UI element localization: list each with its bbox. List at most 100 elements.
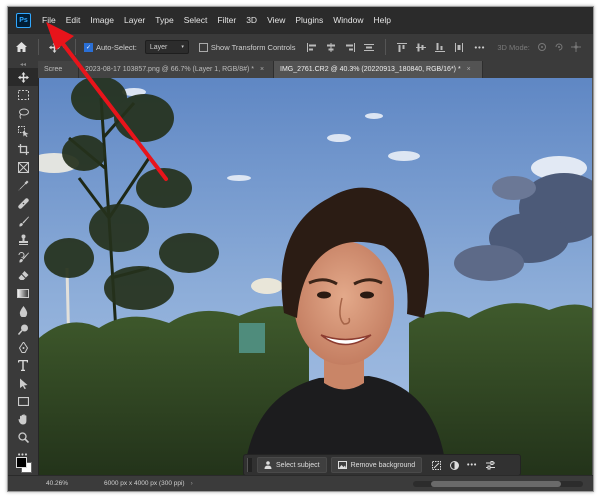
menu-file[interactable]: File bbox=[37, 15, 61, 25]
options-bar: ▾ ✓ Auto-Select: Layer ▾ Show Transform … bbox=[8, 33, 593, 61]
menu-select[interactable]: Select bbox=[179, 15, 213, 25]
orbit-3d-icon[interactable] bbox=[537, 42, 547, 52]
hand-tool[interactable] bbox=[8, 410, 38, 428]
checkbox-box bbox=[198, 42, 208, 52]
remove-background-label: Remove background bbox=[350, 461, 416, 469]
document-dimensions: 6000 px x 4000 px (300 ppi) bbox=[104, 480, 185, 487]
object-selection-icon bbox=[17, 125, 28, 137]
tab-png-document[interactable]: 2023-08-17 103857.png @ 66.7% (Layer 1, … bbox=[79, 61, 274, 78]
remove-background-button[interactable]: Remove background bbox=[330, 457, 423, 473]
crop-icon bbox=[17, 143, 29, 155]
align-right-edges-icon[interactable] bbox=[345, 42, 356, 52]
move-icon bbox=[17, 71, 29, 83]
path-selection-icon bbox=[19, 378, 27, 389]
roll-3d-icon[interactable] bbox=[554, 42, 564, 52]
select-subject-button[interactable]: Select subject bbox=[257, 457, 327, 473]
horizontal-scrollbar[interactable] bbox=[413, 480, 583, 487]
adjustment-layer-button[interactable] bbox=[446, 458, 462, 472]
menu-window[interactable]: Window bbox=[328, 15, 368, 25]
path-selection-tool[interactable] bbox=[8, 374, 38, 392]
blur-tool[interactable] bbox=[8, 302, 38, 320]
clone-stamp-tool[interactable] bbox=[8, 230, 38, 248]
menu-edit[interactable]: Edit bbox=[61, 15, 86, 25]
sliders-icon bbox=[485, 460, 495, 469]
lasso-tool[interactable] bbox=[8, 104, 38, 122]
align-controls bbox=[307, 39, 464, 55]
home-button[interactable] bbox=[8, 34, 34, 60]
history-brush-tool[interactable] bbox=[8, 248, 38, 266]
tab-cr2-document[interactable]: IMG_2761.CR2 @ 40.3% (20220913_180840, R… bbox=[274, 61, 483, 78]
image-icon bbox=[337, 461, 347, 469]
pan-3d-icon[interactable] bbox=[570, 42, 581, 52]
taskbar-settings-button[interactable] bbox=[482, 458, 498, 472]
gradient-tool[interactable] bbox=[8, 284, 38, 302]
marquee-tool[interactable] bbox=[8, 86, 38, 104]
type-tool[interactable] bbox=[8, 356, 38, 374]
healing-brush-icon bbox=[17, 197, 29, 209]
drag-handle[interactable] bbox=[247, 458, 252, 472]
zoom-level[interactable]: 40.26% bbox=[8, 480, 86, 487]
history-brush-icon bbox=[18, 251, 29, 262]
move-icon bbox=[49, 41, 61, 53]
align-vertical-centers-icon[interactable] bbox=[416, 43, 427, 52]
menu-help[interactable]: Help bbox=[368, 15, 395, 25]
document-tabs: Scree 2023-08-17 103857.png @ 66.7% (Lay… bbox=[38, 60, 593, 78]
healing-brush-tool[interactable] bbox=[8, 194, 38, 212]
tab-screenshot[interactable]: Scree bbox=[38, 61, 79, 78]
eraser-icon bbox=[18, 270, 28, 280]
move-tool[interactable] bbox=[8, 68, 38, 86]
crop-tool[interactable] bbox=[8, 140, 38, 158]
rectangle-tool[interactable] bbox=[8, 392, 38, 410]
close-icon[interactable]: × bbox=[467, 66, 471, 73]
menu-filter[interactable]: Filter bbox=[212, 15, 241, 25]
align-horizontal-centers-icon[interactable] bbox=[326, 42, 336, 52]
foreground-color-swatch[interactable] bbox=[16, 457, 27, 468]
menu-type[interactable]: Type bbox=[150, 15, 178, 25]
pen-icon bbox=[18, 341, 28, 353]
align-left-edges-icon[interactable] bbox=[307, 42, 317, 52]
document-canvas[interactable] bbox=[39, 78, 592, 476]
hand-icon bbox=[18, 413, 26, 424]
half-circle-icon bbox=[449, 460, 459, 470]
auto-select-checkbox[interactable]: ✓ Auto-Select: bbox=[84, 42, 137, 52]
brush-tool[interactable] bbox=[8, 212, 38, 230]
person-icon bbox=[264, 461, 272, 469]
show-transform-controls-checkbox[interactable]: Show Transform Controls bbox=[198, 42, 295, 52]
distribute-icon[interactable] bbox=[364, 43, 375, 52]
object-selection-tool[interactable] bbox=[8, 122, 38, 140]
more-options-button[interactable]: ••• bbox=[464, 458, 480, 472]
photoshop-window: Ps File Edit Image Layer Type Select Fil… bbox=[7, 6, 594, 492]
lasso-icon bbox=[18, 108, 29, 119]
home-icon bbox=[15, 42, 27, 52]
menu-plugins[interactable]: Plugins bbox=[290, 15, 328, 25]
status-bar: 40.26% 6000 px x 4000 px (300 ppi) › bbox=[8, 475, 593, 491]
distribute-vertical-icon[interactable] bbox=[454, 42, 464, 52]
transform-button[interactable] bbox=[428, 458, 444, 472]
auto-select-target-value: Layer bbox=[149, 43, 168, 51]
status-menu-arrow[interactable]: › bbox=[191, 480, 193, 487]
frame-tool[interactable] bbox=[8, 158, 38, 176]
scrollbar-thumb[interactable] bbox=[431, 480, 561, 487]
dodge-tool[interactable] bbox=[8, 320, 38, 338]
menu-layer[interactable]: Layer bbox=[119, 15, 150, 25]
align-top-edges-icon[interactable] bbox=[397, 42, 408, 52]
eraser-tool[interactable] bbox=[8, 266, 38, 284]
tool-preset-picker[interactable]: ▾ bbox=[43, 41, 71, 53]
tools-panel: ◂◂ ••• bbox=[8, 60, 39, 476]
menu-3d[interactable]: 3D bbox=[241, 15, 262, 25]
auto-select-target-dropdown[interactable]: Layer ▾ bbox=[144, 40, 189, 54]
pen-tool[interactable] bbox=[8, 338, 38, 356]
zoom-icon bbox=[17, 431, 29, 443]
blur-icon bbox=[19, 305, 27, 317]
panel-collapse-icon[interactable]: ◂◂ bbox=[8, 60, 38, 68]
close-icon[interactable]: × bbox=[260, 66, 264, 73]
menu-view[interactable]: View bbox=[262, 15, 290, 25]
zoom-tool[interactable] bbox=[8, 428, 38, 446]
align-bottom-edges-icon[interactable] bbox=[435, 42, 446, 52]
photo-portrait bbox=[39, 78, 592, 476]
color-swatches[interactable] bbox=[16, 457, 32, 473]
menu-image[interactable]: Image bbox=[85, 15, 119, 25]
more-options-button[interactable]: ••• bbox=[474, 43, 485, 52]
eyedropper-tool[interactable] bbox=[8, 176, 38, 194]
chevron-down-icon: ▾ bbox=[181, 44, 184, 50]
